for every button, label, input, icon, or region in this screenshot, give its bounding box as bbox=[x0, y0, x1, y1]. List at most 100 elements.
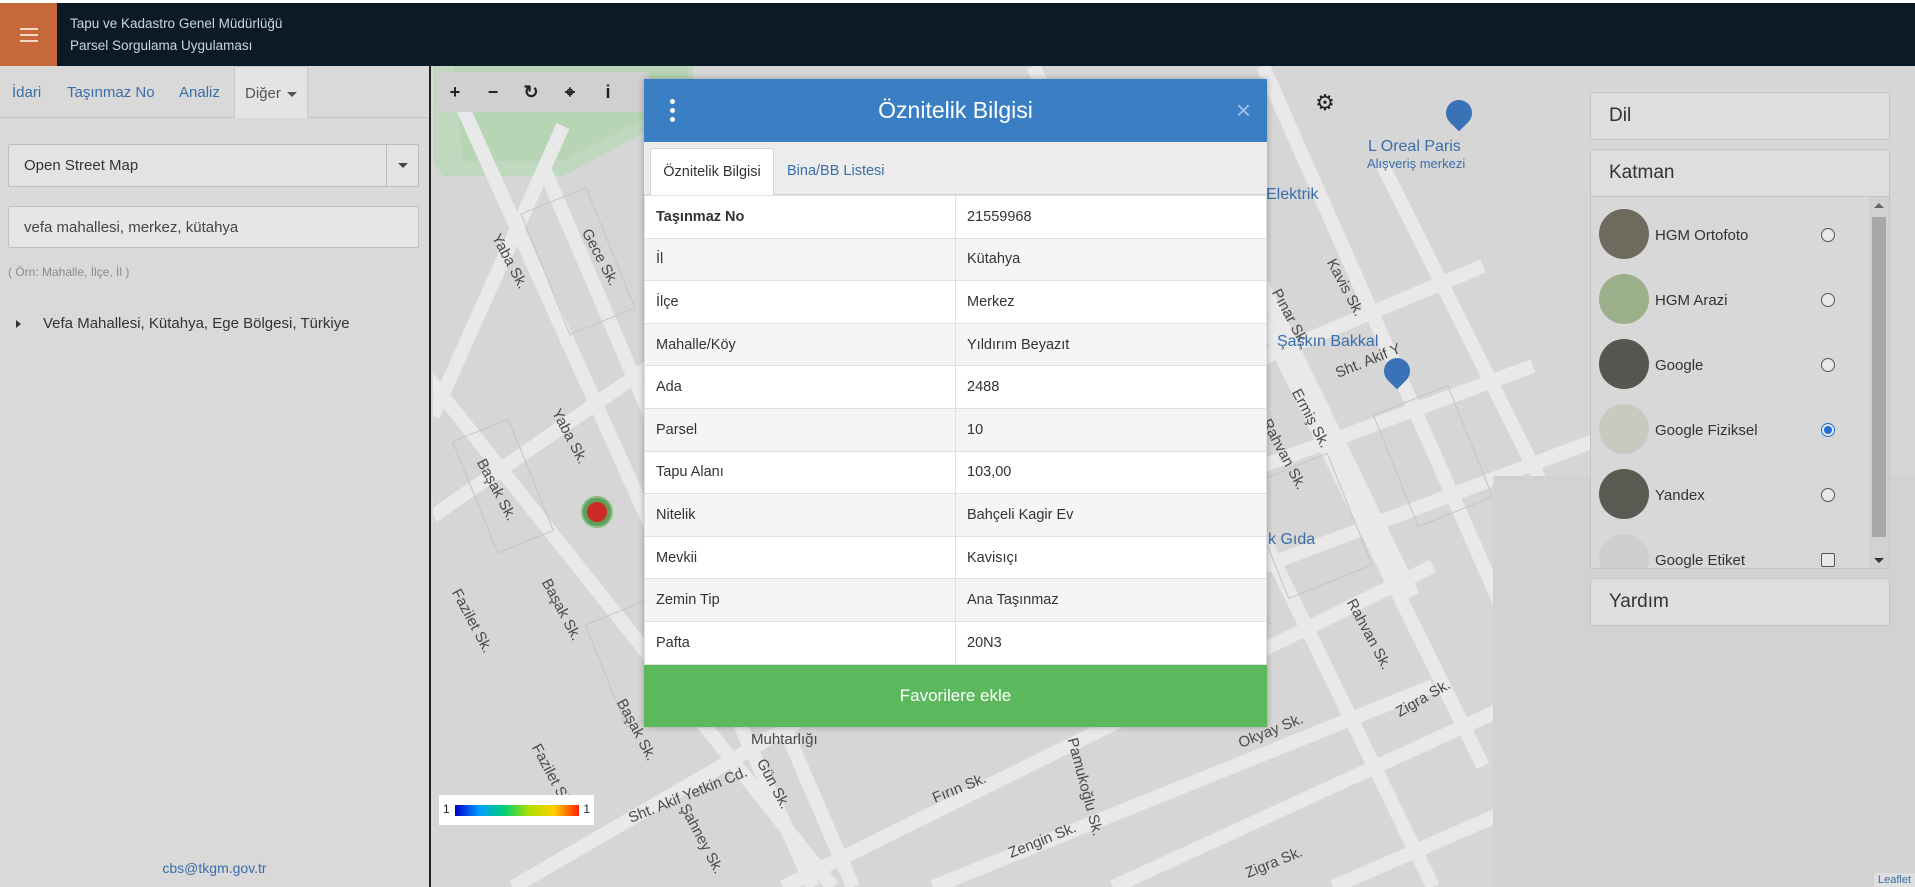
locate-button[interactable]: ⌖ bbox=[558, 80, 582, 104]
attribute-value: Kavisıçı bbox=[955, 535, 1267, 580]
layer-row[interactable]: Google Etiket bbox=[1591, 528, 1861, 569]
scroll-thumb[interactable] bbox=[1872, 217, 1886, 537]
yardim-accordion-header[interactable]: Yardım bbox=[1590, 578, 1890, 626]
attribute-key: Mevkii bbox=[644, 535, 956, 580]
attribute-key: Parsel bbox=[644, 407, 956, 452]
tab-analiz[interactable]: Analiz bbox=[179, 66, 220, 118]
attribute-value: 21559968 bbox=[955, 195, 1267, 239]
parcel-location-marker[interactable] bbox=[581, 496, 613, 528]
map-toolbar: + − ↻ ⌖ i bbox=[439, 72, 649, 112]
info-button[interactable]: i bbox=[596, 80, 620, 104]
layer-name: HGM Ortofoto bbox=[1655, 227, 1749, 244]
attribute-key: İl bbox=[644, 237, 956, 282]
legend-min: 1 bbox=[443, 802, 450, 816]
layer-panel: Dil Katman HGM Ortofoto HGM Arazi Google Go… bbox=[1590, 92, 1890, 626]
table-row: İl Kütahya bbox=[644, 237, 1267, 282]
attribute-value: Merkez bbox=[955, 280, 1267, 324]
attribute-value: 103,00 bbox=[955, 450, 1267, 495]
attribute-value: Yıldırım Beyazıt bbox=[955, 322, 1267, 367]
layer-row[interactable]: Google Fiziksel bbox=[1591, 398, 1861, 463]
search-result-item[interactable]: Vefa Mahallesi, Kütahya, Ege Bölgesi, Tü… bbox=[16, 315, 350, 332]
basemap-select[interactable]: Open Street Map bbox=[8, 144, 419, 187]
layer-name: Google Etiket bbox=[1655, 552, 1746, 569]
layer-list: HGM Ortofoto HGM Arazi Google Google Fiziks… bbox=[1590, 197, 1890, 569]
contact-email-link[interactable]: cbs@tkgm.gov.tr bbox=[0, 860, 429, 876]
attribute-key: Pafta bbox=[644, 620, 956, 665]
layer-name: Yandex bbox=[1655, 487, 1705, 504]
scroll-down-icon[interactable] bbox=[1874, 558, 1884, 563]
layer-list-scrollbar[interactable] bbox=[1869, 197, 1889, 568]
tab-bina-bb-listesi[interactable]: Bina/BB Listesi bbox=[787, 148, 885, 195]
hamburger-menu-button[interactable] bbox=[0, 3, 57, 66]
layer-radio[interactable] bbox=[1821, 293, 1835, 307]
attribute-value: Bahçeli Kagir Ev bbox=[955, 493, 1267, 537]
poi-loreal[interactable]: L Oreal Paris bbox=[1368, 138, 1461, 156]
layer-row[interactable]: Yandex bbox=[1591, 463, 1861, 528]
modal-header: Öznitelik Bilgisi × bbox=[644, 79, 1267, 142]
info-icon: i bbox=[605, 81, 611, 102]
add-to-favorites-button[interactable]: Favorilere ekle bbox=[644, 665, 1267, 727]
layer-row[interactable]: Google bbox=[1591, 333, 1861, 398]
select-toggle-button[interactable] bbox=[386, 145, 418, 186]
layer-radio[interactable] bbox=[1821, 423, 1835, 437]
tab-diger-label: Diğer bbox=[245, 85, 281, 102]
layer-thumbnail bbox=[1599, 534, 1649, 568]
tab-idari[interactable]: İdari bbox=[12, 66, 41, 118]
left-sidebar: İdari Taşınmaz No Analiz Diğer Open Stre… bbox=[0, 66, 431, 887]
table-row: İlçe Merkez bbox=[644, 280, 1267, 324]
org-name: Tapu ve Kadastro Genel Müdürlüğü bbox=[70, 16, 283, 31]
layer-name: Google Fiziksel bbox=[1655, 422, 1758, 439]
scroll-up-icon[interactable] bbox=[1874, 203, 1884, 208]
layer-radio[interactable] bbox=[1821, 358, 1835, 372]
plus-icon: + bbox=[449, 81, 461, 102]
katman-accordion-header[interactable]: Katman bbox=[1590, 149, 1890, 197]
leaflet-attribution-link[interactable]: Leaflet bbox=[1873, 873, 1915, 887]
table-row: Mevkii Kavisıçı bbox=[644, 535, 1267, 580]
app-title: Tapu ve Kadastro Genel Müdürlüğü Parsel … bbox=[70, 13, 282, 57]
poi-loreal-subtitle: Alışveriş merkezi bbox=[1367, 156, 1466, 171]
color-legend: 1 1 bbox=[439, 795, 594, 825]
layer-radio[interactable] bbox=[1821, 228, 1835, 242]
tab-tasinmaz-no[interactable]: Taşınmaz No bbox=[67, 66, 155, 118]
close-icon[interactable]: × bbox=[1236, 95, 1251, 125]
zoom-in-button[interactable]: + bbox=[443, 80, 467, 104]
layer-radio[interactable] bbox=[1821, 488, 1835, 502]
attribute-key: Taşınmaz No bbox=[644, 195, 956, 239]
locate-icon: ⌖ bbox=[564, 81, 576, 102]
modal-tabs: Öznitelik Bilgisi Bina/BB Listesi bbox=[644, 142, 1267, 195]
attribute-value: Ana Taşınmaz bbox=[955, 578, 1267, 622]
caret-down-icon bbox=[286, 91, 297, 97]
top-bar: Tapu ve Kadastro Genel Müdürlüğü Parsel … bbox=[0, 0, 1915, 66]
table-row: Tapu Alanı 103,00 bbox=[644, 450, 1267, 495]
attribute-table: Taşınmaz No 21559968 İl Kütahya İlçe Merkez Ma… bbox=[644, 195, 1267, 665]
poi-saskin-bakkal[interactable]: Şaşkın Bakkal bbox=[1277, 333, 1378, 351]
location-search-input[interactable] bbox=[8, 206, 419, 248]
layer-thumbnail bbox=[1599, 469, 1649, 519]
app-name: Parsel Sorgulama Uygulaması bbox=[70, 38, 253, 53]
map-settings-button[interactable]: ⚙ bbox=[1311, 90, 1339, 118]
street-label: Muhtarlığı bbox=[751, 731, 818, 748]
basemap-select-value: Open Street Map bbox=[24, 157, 139, 174]
attribute-key: İlçe bbox=[644, 280, 956, 324]
refresh-button[interactable]: ↻ bbox=[519, 80, 543, 104]
tab-diger[interactable]: Diğer bbox=[234, 66, 308, 118]
poi-elektrik[interactable]: Elektrik bbox=[1266, 186, 1318, 204]
dil-accordion-header[interactable]: Dil bbox=[1590, 92, 1890, 140]
layer-name: Google bbox=[1655, 357, 1704, 374]
attribute-key: Nitelik bbox=[644, 493, 956, 537]
layer-checkbox[interactable] bbox=[1821, 553, 1835, 567]
layer-row[interactable]: HGM Ortofoto bbox=[1591, 203, 1861, 268]
layer-name: HGM Arazi bbox=[1655, 292, 1728, 309]
attribute-key: Mahalle/Köy bbox=[644, 322, 956, 367]
poi-gida[interactable]: k Gıda bbox=[1268, 531, 1315, 549]
zoom-out-button[interactable]: − bbox=[481, 80, 505, 104]
minus-icon: − bbox=[487, 81, 499, 102]
table-row: Nitelik Bahçeli Kagir Ev bbox=[644, 493, 1267, 537]
layer-row[interactable]: HGM Arazi bbox=[1591, 268, 1861, 333]
attribute-value: 10 bbox=[955, 407, 1267, 452]
hamburger-icon bbox=[19, 33, 38, 36]
gear-icon: ⚙ bbox=[1315, 90, 1335, 115]
attribute-value: 2488 bbox=[955, 365, 1267, 409]
expand-arrow-icon bbox=[16, 320, 21, 329]
tab-oznitelik-bilgisi[interactable]: Öznitelik Bilgisi bbox=[650, 148, 774, 195]
